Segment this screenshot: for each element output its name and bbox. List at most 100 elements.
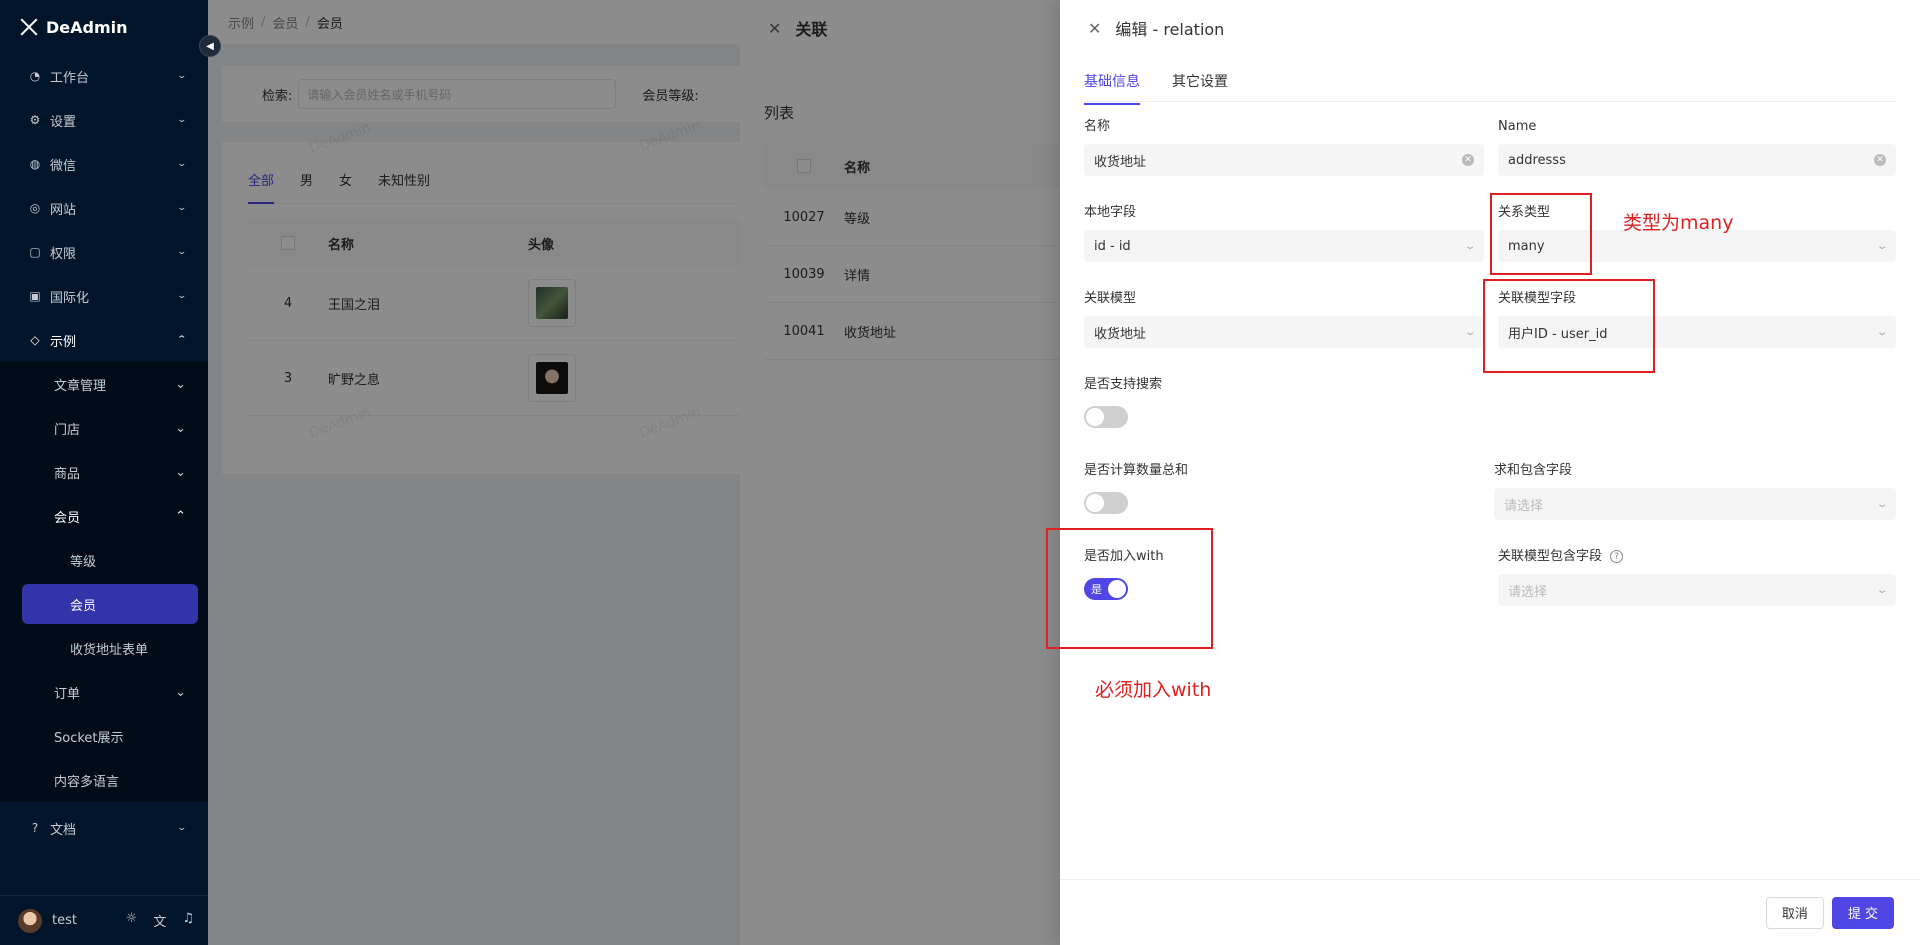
sidebar-item-permission[interactable]: ▢ 权限 ⌄ [0, 230, 208, 274]
close-icon[interactable]: ✕ [1088, 19, 1101, 38]
field-label: 名称 [1084, 119, 1111, 134]
model-fields-select[interactable]: 请选择 ⌄ [1498, 574, 1896, 606]
translate-icon[interactable]: 文 [153, 911, 166, 930]
chevron-down-icon: ⌄ [1875, 326, 1889, 338]
name-en-input[interactable]: addresss ✕ [1498, 144, 1896, 176]
chevron-down-icon: ⌄ [176, 291, 188, 301]
sidebar-item-example[interactable]: ◇ 示例 ⌃ [0, 318, 208, 362]
example-submenu: 文章管理 ⌄ 门店 ⌄ 商品 ⌄ 会员 ⌃ 等级 会员 收货地址表单 订单 ⌄ … [0, 362, 208, 802]
chevron-down-icon: ⌄ [175, 420, 186, 436]
name-field: 名称 收货地址 ✕ [1084, 116, 1484, 176]
logo-icon [20, 18, 38, 36]
tab-basic-info[interactable]: 基础信息 [1084, 71, 1140, 105]
gear-icon: ⚙ [29, 113, 41, 127]
field-label: Name [1498, 119, 1537, 134]
local-field: 本地字段 id - id ⌄ [1084, 202, 1484, 262]
submit-button[interactable]: 提 交 [1831, 896, 1894, 929]
sidebar: DeAdmin ◔ 工作台 ⌄ ⚙ 设置 ⌄ ◍ 微信 ⌄ ◎ 网站 ⌄ ▢ 权… [0, 0, 208, 945]
field-label: 本地字段 [1084, 205, 1137, 220]
annotation-with-note: 必须加入with [1095, 679, 1212, 701]
chevron-down-icon: ⌄ [175, 684, 186, 700]
chevron-down-icon: ⌄ [176, 823, 188, 833]
count-sum-switch[interactable] [1084, 492, 1128, 514]
name-input[interactable]: 收货地址 ✕ [1084, 144, 1484, 176]
sidebar-item-content-i18n[interactable]: 内容多语言 [0, 758, 208, 802]
clear-icon[interactable]: ✕ [1462, 154, 1474, 166]
wechat-icon: ◍ [29, 157, 41, 171]
name-en-field: Name addresss ✕ [1498, 116, 1896, 176]
dashboard-icon: ◔ [29, 69, 41, 83]
clear-icon[interactable]: ✕ [1874, 154, 1886, 166]
cancel-button[interactable]: 取消 [1765, 896, 1824, 929]
annotation-box-relation-model-field [1483, 279, 1655, 373]
annotation-box-relation-type [1490, 193, 1592, 275]
sidebar-item-orders[interactable]: 订单 ⌄ [0, 670, 208, 714]
chevron-down-icon: ⌄ [175, 464, 186, 480]
annotation-relation-type-note: 类型为many [1623, 212, 1734, 234]
sun-icon[interactable]: ☼ [126, 911, 138, 930]
chevron-down-icon: ⌄ [176, 159, 188, 169]
drawer-title: 编辑 - relation [1115, 20, 1225, 39]
help-circle-icon: ? [31, 821, 39, 835]
app-name: DeAdmin [46, 17, 128, 37]
chevron-down-icon: ⌄ [176, 115, 188, 125]
relation-model-field: 关联模型 收货地址 ⌄ [1084, 288, 1484, 348]
sidebar-item-settings[interactable]: ⚙ 设置 ⌄ [0, 98, 208, 142]
chevron-down-icon: ⌄ [176, 71, 188, 81]
drawer-footer: 取消 提 交 [1060, 879, 1920, 945]
chevron-down-icon: ⌄ [1463, 240, 1477, 252]
field-label: 是否计算数量总和 [1084, 463, 1189, 478]
sidebar-item-website[interactable]: ◎ 网站 ⌄ [0, 186, 208, 230]
collapse-sidebar-button[interactable]: ◀ [199, 35, 221, 57]
tab-other-settings[interactable]: 其它设置 [1172, 71, 1228, 91]
field-label: 是否支持搜索 [1084, 377, 1163, 392]
bell-icon[interactable]: ♫ [182, 911, 194, 930]
chevron-up-icon: ⌃ [176, 335, 188, 345]
sidebar-item-docs[interactable]: ? 文档 ⌄ [0, 806, 208, 850]
chevron-down-icon: ⌄ [176, 247, 188, 257]
chevron-down-icon: ⌄ [1875, 584, 1889, 596]
relation-model-select[interactable]: 收货地址 ⌄ [1084, 316, 1484, 348]
globe-icon: ◎ [29, 201, 41, 215]
field-label: 关联模型 [1084, 291, 1137, 306]
app-logo[interactable]: DeAdmin [0, 0, 208, 54]
sidebar-item-members[interactable]: 会员 ⌃ [0, 494, 208, 538]
sidebar-footer: test ☼ 文 ♫ [0, 895, 208, 945]
sidebar-item-address-form[interactable]: 收货地址表单 [0, 626, 208, 670]
drawer-header: ✕ 编辑 - relation [1060, 0, 1920, 56]
edit-tabs: 基础信息 其它设置 [1084, 56, 1896, 105]
sidebar-item-socket[interactable]: Socket展示 [0, 714, 208, 758]
sum-fields-field: 求和包含字段 请选择 ⌄ [1494, 460, 1896, 520]
sidebar-item-members-active[interactable]: 会员 [22, 584, 198, 624]
help-icon[interactable]: ? [1610, 550, 1624, 563]
tag-icon: ◇ [30, 333, 40, 347]
sidebar-item-articles[interactable]: 文章管理 ⌄ [0, 362, 208, 406]
local-field-select[interactable]: id - id ⌄ [1084, 230, 1484, 262]
chevron-down-icon: ⌄ [176, 203, 188, 213]
field-label: 求和包含字段 [1494, 463, 1573, 478]
username: test [52, 913, 77, 928]
sidebar-item-products[interactable]: 商品 ⌄ [0, 450, 208, 494]
translate-icon: ▣ [29, 289, 41, 303]
model-fields-field: 关联模型包含字段 ? 请选择 ⌄ [1498, 546, 1896, 606]
edit-relation-drawer: ✕ 编辑 - relation 基础信息 其它设置 名称 收货地址 ✕ Name… [1060, 0, 1920, 945]
lock-icon: ▢ [29, 245, 41, 259]
avatar[interactable] [18, 908, 42, 933]
chevron-down-icon: ⌄ [1875, 498, 1889, 510]
count-sum-field: 是否计算数量总和 [1084, 460, 1484, 514]
searchable-switch[interactable] [1084, 406, 1128, 428]
sidebar-item-i18n[interactable]: ▣ 国际化 ⌄ [0, 274, 208, 318]
sum-fields-select[interactable]: 请选择 ⌄ [1494, 488, 1896, 520]
footer-actions: ☼ 文 ♫ [126, 911, 208, 930]
sidebar-item-levels[interactable]: 等级 [0, 538, 208, 582]
chevron-down-icon: ⌄ [175, 376, 186, 392]
sidebar-item-stores[interactable]: 门店 ⌄ [0, 406, 208, 450]
searchable-field: 是否支持搜索 [1084, 374, 1484, 428]
chevron-down-icon: ⌄ [1463, 326, 1477, 338]
sidebar-item-wechat[interactable]: ◍ 微信 ⌄ [0, 142, 208, 186]
chevron-up-icon: ⌃ [175, 508, 186, 524]
sidebar-item-dashboard[interactable]: ◔ 工作台 ⌄ [0, 54, 208, 98]
chevron-down-icon: ⌄ [1875, 240, 1889, 252]
modal-mask-secondary[interactable] [740, 0, 1060, 945]
field-label: 关联模型包含字段 ? [1498, 546, 1896, 568]
